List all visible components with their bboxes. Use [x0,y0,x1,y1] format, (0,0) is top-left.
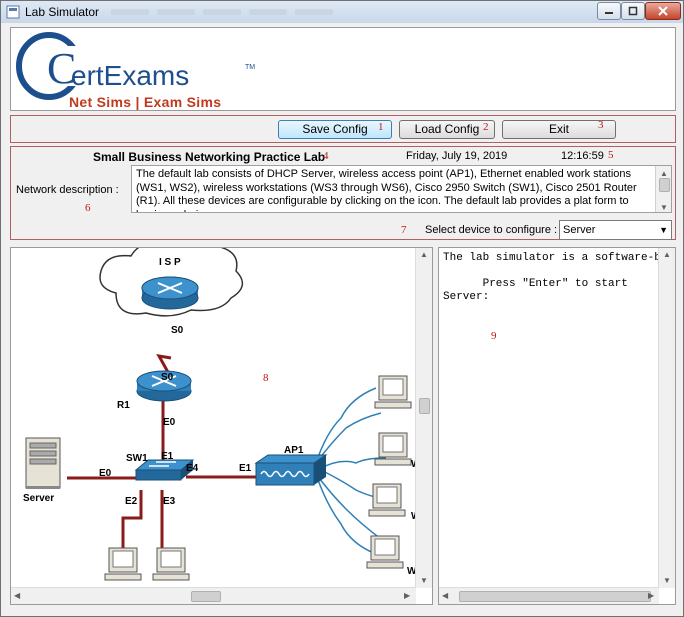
console-output[interactable]: The lab simulator is a software-ba Press… [443,252,668,304]
marker-4: 4 [323,150,329,162]
lab-info-panel: Small Business Networking Practice Lab 4… [10,146,676,240]
workstation-ws3-icon[interactable] [374,375,412,409]
scroll-right-icon[interactable]: ▶ [648,591,654,600]
scroll-up-icon[interactable]: ▲ [663,250,671,259]
network-description-label: Network description : [16,184,119,196]
save-config-button[interactable]: Save Config [278,120,392,139]
isp-s0-label: S0 [171,325,184,336]
console-hscroll-thumb[interactable] [459,591,651,602]
ap1-label: AP1 [284,445,304,456]
scroll-down-icon[interactable]: ▼ [660,201,668,212]
select-device-label: Select device to configure : [425,224,558,236]
window-title: Lab Simulator [25,5,100,19]
logo-banner: C ertExams TM Net Sims | Exam Sims [10,27,676,111]
toolbar: Save Config 1 Load Config 2 Exit 3 [10,115,676,143]
description-scrollbar[interactable]: ▲ ▼ [655,166,671,212]
scroll-left-icon[interactable]: ◀ [442,591,448,600]
lab-date: Friday, July 19, 2019 [406,150,508,162]
console-line: The lab simulator is a software-ba [443,252,668,264]
lab-time: 12:16:59 [561,150,604,162]
chevron-down-icon: ▼ [659,225,668,235]
marker-8: 8 [263,372,269,384]
maximize-icon [628,6,638,16]
marker-1: 1 [378,121,384,133]
diagram-hscroll-thumb[interactable] [191,591,221,602]
server-label: Server [23,493,54,504]
scroll-down-icon[interactable]: ▼ [420,576,428,585]
console-panel[interactable]: The lab simulator is a software-ba Press… [438,247,676,605]
network-description-text[interactable]: The default lab consists of DHCP Server,… [131,165,672,213]
network-description-content: The default lab consists of DHCP Server,… [136,168,637,212]
workstation-ws1-icon[interactable] [104,547,142,581]
diagram-vertical-scrollbar[interactable]: ▲ ▼ [415,248,432,588]
sw1-e1-label: E1 [161,451,174,462]
access-point-ap1-icon[interactable] [254,454,328,486]
r1-s0-label: S0 [161,372,174,383]
sw1-e0-label: E0 [99,468,112,479]
sw1-e4-label: E4 [186,463,199,474]
maximize-button[interactable] [621,2,645,20]
scroll-left-icon[interactable]: ◀ [14,591,20,600]
ap1-e1-label: E1 [239,463,252,474]
title-bar[interactable]: Lab Simulator [1,1,683,23]
workstation-ws2-icon[interactable] [152,547,190,581]
sw1-e2-label: E2 [125,496,138,507]
workstation-ws5-icon[interactable] [368,483,406,517]
marker-2: 2 [483,121,489,133]
console-horizontal-scrollbar[interactable]: ◀ ▶ [439,587,659,604]
network-diagram-panel: I S P S0 S0 R1 E0 8 SW1 E1 E0 E4 E2 E3 S… [10,247,433,605]
minimize-icon [605,12,613,14]
lab-title: Small Business Networking Practice Lab [93,150,326,164]
logo-trademark: TM [245,64,255,71]
marker-9: 9 [491,330,497,342]
description-scroll-thumb[interactable] [659,178,670,192]
minimize-button[interactable] [597,2,621,20]
sw1-label: SW1 [126,453,148,464]
server-icon[interactable] [25,437,61,489]
lab-simulator-window: Lab Simulator C ertExams TM Net Sims | E… [0,0,684,617]
marker-6: 6 [85,202,91,214]
workstation-ws4-icon[interactable] [374,432,412,466]
close-icon [658,6,668,16]
load-config-button[interactable]: Load Config [399,120,495,139]
scroll-right-icon[interactable]: ▶ [404,591,410,600]
workstation-ws6-icon[interactable] [366,535,404,569]
logo-brand: ertExams [71,60,189,91]
menu-bar-faded [111,9,333,17]
console-line: Server: [443,291,490,303]
r1-e0-label: E0 [163,417,176,428]
logo-tagline: Net Sims | Exam Sims [69,94,222,110]
marker-5: 5 [608,149,614,161]
isp-label: I S P [159,257,181,268]
marker-3: 3 [598,119,604,131]
device-select[interactable]: Server ▼ [559,220,672,240]
close-button[interactable] [645,2,681,20]
scroll-up-icon[interactable]: ▲ [420,250,428,259]
sw1-e3-label: E3 [163,496,176,507]
console-line: Press "Enter" to start [443,278,628,290]
diagram-vscroll-thumb[interactable] [419,398,430,414]
console-vertical-scrollbar[interactable]: ▲ ▼ [658,248,675,588]
marker-7: 7 [401,224,407,236]
r1-label: R1 [117,400,130,411]
scroll-down-icon[interactable]: ▼ [663,576,671,585]
diagram-horizontal-scrollbar[interactable]: ◀ ▶ [11,587,416,604]
app-icon [6,5,20,19]
device-select-value: Server [563,224,596,236]
wireless-waves [315,387,387,555]
network-diagram: I S P S0 S0 R1 E0 8 SW1 E1 E0 E4 E2 E3 S… [23,248,423,581]
